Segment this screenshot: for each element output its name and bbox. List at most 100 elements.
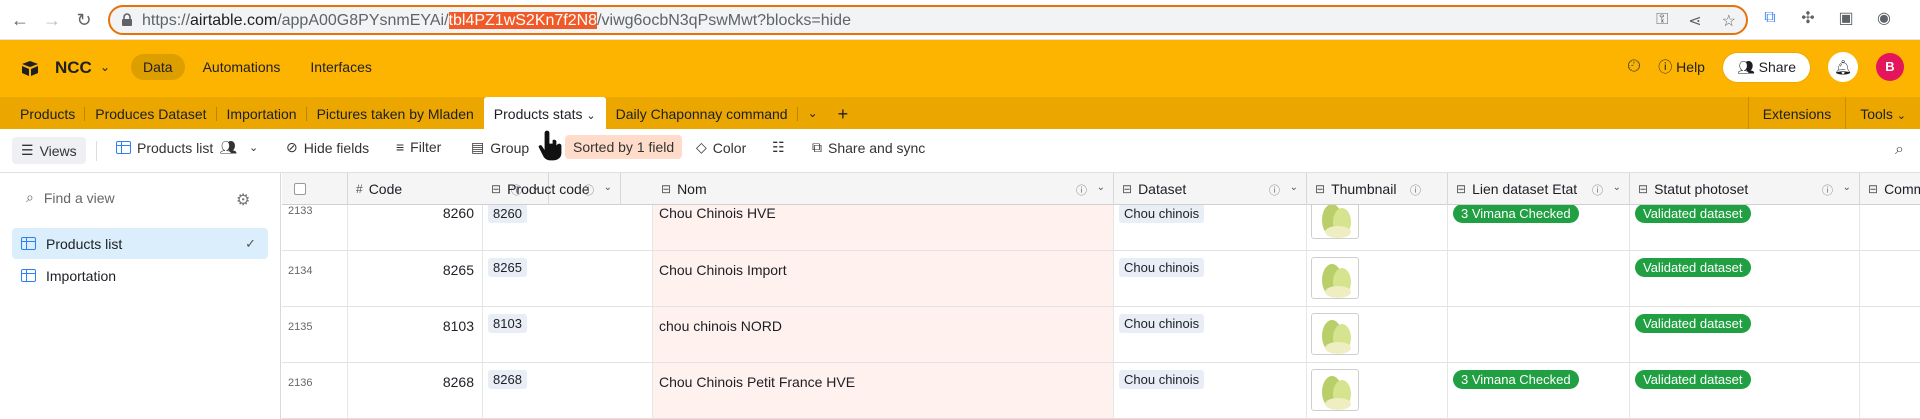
code-value: 8265 <box>442 262 474 278</box>
chevron-down-icon: ⌄ <box>1896 110 1906 122</box>
nav-interfaces[interactable]: Interfaces <box>298 54 383 80</box>
share-button[interactable]: 👥︎ Share <box>1722 52 1810 82</box>
current-view-button[interactable]: Products list 👥︎ ⌄ <box>116 139 258 156</box>
cabbage-thumbnail-image[interactable] <box>1311 205 1359 239</box>
cabbage-thumbnail-image[interactable] <box>1311 257 1359 299</box>
chevron-down-icon[interactable]: ⌄ <box>100 60 110 74</box>
column-header-lien-dataset-etat[interactable]: ⊟ Lien dataset Etat ⓘ ⌄ <box>1448 173 1630 205</box>
statut-badge: Validated dataset <box>1635 314 1751 333</box>
reload-icon[interactable]: ↻ <box>72 8 96 32</box>
column-header-comments[interactable]: ⊟Comme <box>1860 173 1920 205</box>
notifications-bell-icon[interactable]: 🔔︎ <box>1828 52 1858 82</box>
column-header-statut-photoset[interactable]: ⊟ Statut photoset ⓘ ⌄ <box>1630 173 1860 205</box>
browser-toolbar: ← → ↻ https://airtable.com/appA00G8PYsnm… <box>0 0 1920 40</box>
external-link-icon: ⧉ <box>812 139 822 155</box>
sidebar-item-importation[interactable]: Importation <box>12 260 268 291</box>
nom-value: Chou Chinois Import <box>659 262 787 278</box>
dataset-chip: Chou chinois <box>1119 258 1205 277</box>
hide-fields-button[interactable]: ⊘ Hide fields <box>286 139 369 156</box>
lookup-field-icon: ⊟ <box>1868 182 1879 196</box>
tools-button[interactable]: Tools ⌄ <box>1845 97 1920 129</box>
filter-button[interactable]: ≡ Filter <box>396 139 441 155</box>
share-and-sync-button[interactable]: ⧉ Share and sync <box>812 139 925 156</box>
code-value: 8103 <box>442 318 474 334</box>
translate-icon[interactable]: ⧉ <box>1760 9 1780 27</box>
key-icon[interactable]: ⚿ <box>1656 11 1668 31</box>
cabbage-thumbnail-image[interactable] <box>1311 369 1359 411</box>
table-row[interactable]: 2134 8265 8265 Chou Chinois Import Chou … <box>282 251 1920 307</box>
product-code-chip: 8268 <box>488 370 527 389</box>
table-row[interactable]: 2135 8103 8103 chou chinois NORD Chou ch… <box>282 307 1920 363</box>
lock-icon <box>122 13 132 26</box>
row-height-icon[interactable]: ☷ <box>772 139 785 156</box>
tab-products-stats[interactable]: Products stats ⌄ <box>483 97 606 129</box>
column-header-thumbnail[interactable]: ⊟ Thumbnail ⓘ <box>1307 173 1448 205</box>
tab-products[interactable]: Products <box>10 97 86 129</box>
tab-importation[interactable]: Importation <box>217 97 307 129</box>
column-header-nom[interactable]: ⊟ Nom ⓘ ⌄ <box>653 173 1114 205</box>
select-all-checkbox[interactable] <box>282 173 348 205</box>
nav-data[interactable]: Data <box>131 54 185 80</box>
lookup-field-icon: ⊟ <box>1456 182 1467 196</box>
avatar[interactable]: B <box>1876 53 1904 81</box>
records-grid: # Code ⓘ ⌄ ⊟ Product code ⓘ ⌄ ⊟ Nom ⓘ ⌄ ⊟ Dataset ⓘ… <box>282 173 1920 419</box>
base-name[interactable]: NCC <box>55 58 92 78</box>
gear-icon[interactable]: ⚙ <box>236 190 250 210</box>
find-view-input[interactable]: ⌕ Find a view <box>26 189 115 206</box>
lookup-field-icon: ⊟ <box>1122 182 1133 196</box>
views-sidebar: ⌕ Find a view ⚙ Products list ✓ Importati… <box>0 173 281 419</box>
sidebar-item-products-list[interactable]: Products list ✓ <box>12 228 268 259</box>
chevron-down-icon[interactable]: ⌄ <box>586 110 595 122</box>
back-icon[interactable]: ← <box>8 8 32 32</box>
table-row[interactable]: 2136 8268 8268 Chou Chinois Petit France… <box>282 363 1920 419</box>
column-header-dataset[interactable]: ⊟ Dataset ⓘ ⌄ <box>1114 173 1307 205</box>
forward-icon[interactable]: → <box>40 8 64 32</box>
view-toolbar: ☰ Views Products list 👥︎ ⌄ ⊘ Hide fields ≡ Fi… <box>0 129 1920 173</box>
group-icon: ▤ <box>471 139 485 155</box>
help-icon: ⓘ <box>1658 59 1673 75</box>
code-value: 8268 <box>442 374 474 390</box>
check-icon: ✓ <box>245 235 256 251</box>
tab-produces-dataset[interactable]: Produces Dataset <box>85 97 217 129</box>
table-row[interactable]: 2133 8260 8260 Chou Chinois HVE Chou chi… <box>282 205 1920 251</box>
group-button[interactable]: ▤ Group <box>471 139 529 156</box>
filter-icon: ≡ <box>396 139 405 155</box>
collaborators-icon: 👥︎ <box>219 139 238 155</box>
color-button[interactable]: ◇ Color <box>696 139 746 156</box>
cabbage-thumbnail-image[interactable] <box>1311 313 1359 355</box>
lien-badge: 3 Vimana Checked <box>1453 370 1579 389</box>
tab-daily-chaponnay-command[interactable]: Daily Chaponnay command <box>606 97 798 129</box>
dataset-chip: Chou chinois <box>1119 370 1205 389</box>
share-page-icon[interactable]: ⋖ <box>1688 11 1701 31</box>
sidepanel-icon[interactable]: ▣ <box>1836 8 1856 28</box>
search-icon[interactable]: ⌕ <box>1895 141 1904 159</box>
product-code-chip: 8103 <box>488 314 527 333</box>
product-code-chip: 8265 <box>488 258 527 277</box>
menu-icon[interactable]: ⋮ <box>1912 8 1920 28</box>
views-button[interactable]: ☰ Views <box>12 137 86 164</box>
nav-automations[interactable]: Automations <box>191 54 293 80</box>
extensions-button[interactable]: Extensions <box>1747 97 1845 129</box>
grid-view-icon <box>21 269 36 282</box>
column-header-product-code[interactable]: ⊟ Product code ⓘ ⌄ <box>483 173 621 205</box>
url-text: https://airtable.com/appA00G8PYsnmEYAi/t… <box>142 12 851 29</box>
app-header: NCC ⌄ Data Automations Interfaces 🕘︎ ⓘ H… <box>0 40 1920 97</box>
add-table-plus-icon[interactable]: + <box>828 97 859 129</box>
statut-badge: Validated dataset <box>1635 258 1751 277</box>
sort-button[interactable]: Sorted by 1 field <box>565 135 683 159</box>
help-button[interactable]: ⓘ Help <box>1658 57 1705 77</box>
row-number: 2133 <box>288 205 313 217</box>
search-icon: ⌕ <box>26 189 34 205</box>
tab-pictures-taken-by-mladen[interactable]: Pictures taken by Mladen <box>307 97 484 129</box>
address-bar[interactable]: https://airtable.com/appA00G8PYsnmEYAi/t… <box>108 5 1748 35</box>
lookup-field-icon: ⊟ <box>1638 182 1649 196</box>
dataset-chip: Chou chinois <box>1119 205 1205 223</box>
history-icon[interactable]: 🕘︎ <box>1628 58 1641 76</box>
extensions-icon[interactable]: ✣ <box>1798 8 1818 28</box>
more-tables-chevron-icon[interactable]: ⌄ <box>798 97 828 129</box>
chevron-down-icon: ⌄ <box>249 142 259 154</box>
grid-view-icon <box>21 237 36 250</box>
bookmark-star-icon[interactable]: ☆ <box>1722 11 1736 31</box>
profile-icon[interactable]: ◉ <box>1874 8 1894 28</box>
grid-header: # Code ⓘ ⌄ ⊟ Product code ⓘ ⌄ ⊟ Nom ⓘ ⌄ ⊟ Dataset ⓘ… <box>282 173 1920 205</box>
